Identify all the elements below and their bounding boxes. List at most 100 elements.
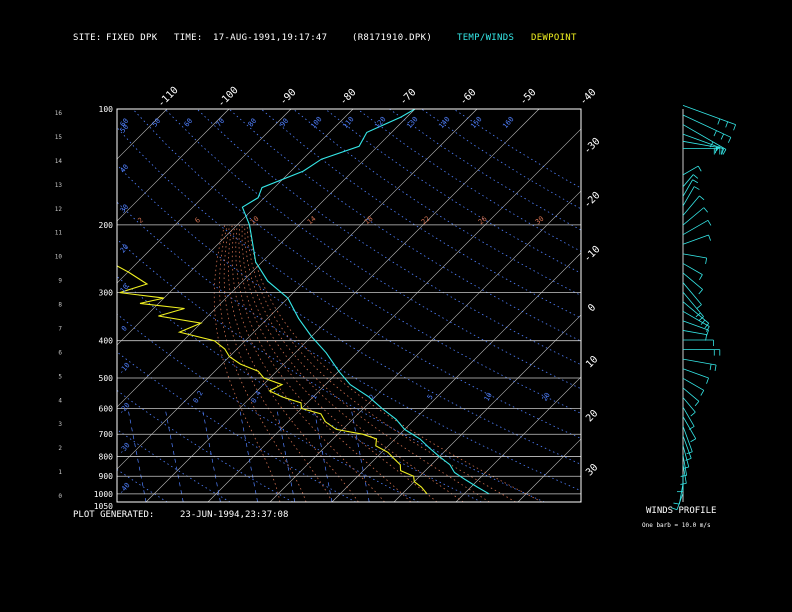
mixing-ratio-line (350, 408, 370, 502)
dry-adiabat (228, 109, 581, 342)
isotherm-line (517, 438, 581, 502)
wind-barb-flag (673, 502, 680, 505)
pressure-tick-label: 400 (99, 337, 114, 346)
pressure-tick-label: 300 (99, 289, 114, 298)
plot-generated-value: 23-JUN-1994,23:37:08 (180, 510, 289, 520)
isotherm-line (0, 109, 43, 502)
wind-barb-flag (720, 133, 725, 140)
wind-barb (682, 263, 703, 275)
plot-frame (116, 108, 582, 503)
height-tick-label: 5 (58, 373, 62, 380)
wind-barb-flag (717, 118, 721, 125)
wind-barb (682, 186, 695, 207)
wind-barb (682, 272, 703, 290)
isotherm-right-label: 0 (586, 302, 598, 314)
mixing-ratio-label: 1 (310, 393, 319, 401)
isotherm-top-label: -50 (518, 87, 539, 108)
mixing-ratio-label: 10 (483, 391, 494, 402)
wind-barb-flag (680, 475, 687, 477)
wind-barb-flag (703, 207, 708, 213)
pressure-tick-label: 100 (99, 105, 114, 114)
wind-barb-flag (733, 124, 736, 131)
isotherm-top-label: -40 (578, 87, 599, 108)
isotherm-right-label: -10 (582, 244, 603, 265)
dry-adiabat (117, 468, 168, 502)
winds-profile-label: WINDS PROFILE (646, 506, 717, 516)
moist-adiabat-label: 6 (194, 216, 202, 225)
dry-adiabat-label: 50 (151, 117, 163, 129)
wind-barb-flag (727, 137, 732, 143)
isotherm-line (455, 376, 581, 502)
dry-adiabat (0, 109, 104, 502)
wind-barb (682, 234, 709, 245)
isotherm-right-label: -30 (582, 136, 603, 157)
pressure-tick-label: 200 (99, 221, 114, 230)
wind-barb-flag (693, 174, 699, 179)
wind-barb-flag (694, 401, 700, 407)
isotherm-right-label: 30 (584, 462, 600, 478)
dry-adiabat (453, 109, 581, 189)
isotherm-top-label: -60 (458, 87, 479, 108)
mixing-ratio-label: 5 (426, 393, 435, 401)
isobars (117, 108, 581, 495)
wind-barb-flag (705, 326, 710, 332)
wind-barb-flag (700, 390, 705, 396)
wind-barb-flag (690, 438, 696, 443)
isotherm-right-label: -20 (582, 190, 603, 211)
dry-adiabat (117, 238, 545, 502)
wind-barb (682, 377, 704, 391)
dry-adiabat-label: 110 (341, 115, 355, 130)
isotherm-top-label: -70 (398, 87, 419, 108)
wind-barb-flag (714, 364, 717, 371)
skew-t-chart: 1002003004005006007008009001000105016151… (0, 85, 792, 511)
wind-barb-flag (699, 274, 703, 281)
mixing-ratio-line (201, 408, 221, 502)
mixing-ratio-label: 2 (368, 393, 377, 401)
wind-barb-flag (698, 289, 703, 295)
wind-barb-flag (707, 220, 712, 226)
dry-adiabat (357, 109, 581, 252)
wind-barb-flag (690, 411, 696, 417)
dry-adiabat-label: 160 (501, 115, 515, 130)
isotherm-right-label: 20 (584, 408, 600, 424)
wind-barb (682, 406, 695, 427)
pressure-tick-label: 1000 (94, 490, 113, 499)
isotherm-line (331, 252, 581, 502)
dry-adiabat (117, 351, 356, 502)
wind-barb-flag (706, 377, 709, 384)
dry-adiabat-label: -10 (117, 361, 131, 376)
wind-barb-flag (709, 364, 712, 371)
temperature-line (241, 109, 490, 495)
wind-barb (682, 253, 707, 259)
wind-barb (682, 368, 709, 379)
wind-barb (682, 330, 707, 335)
dry-adiabat-label: 90 (279, 117, 291, 129)
height-tick-label: 11 (55, 230, 63, 237)
isotherm-line (207, 128, 581, 502)
isotherm-line (117, 109, 168, 160)
dry-adiabat (164, 109, 581, 390)
isotherm-line (117, 109, 230, 222)
wind-barb (682, 464, 687, 484)
winds-profile (671, 105, 736, 511)
height-tick-label: 1 (58, 469, 62, 476)
dry-adiabat (117, 126, 581, 439)
isotherm-line (117, 109, 416, 408)
isotherm-line (704, 109, 792, 502)
wind-barb-flag (697, 165, 702, 172)
dry-adiabat-label: 70 (215, 117, 227, 129)
wind-barb-flag (725, 121, 729, 128)
pressure-tick-label: 600 (99, 404, 114, 413)
pressure-tick-label: 700 (99, 430, 114, 439)
dry-adiabat-label: 120 (373, 115, 387, 130)
moist-adiabat-label: 2 (137, 216, 145, 225)
wind-barb-flag (696, 304, 702, 309)
dry-adiabat (132, 109, 581, 414)
height-tick-label: 16 (55, 110, 63, 117)
isotherm-line (117, 109, 478, 470)
isotherm-right-label: 10 (584, 354, 600, 370)
isotherm-top-label: -110 (156, 85, 181, 110)
mixing-ratio-label: 20 (541, 391, 552, 402)
isotherm-line (117, 109, 354, 346)
dry-adiabat-label: -30 (117, 441, 131, 456)
